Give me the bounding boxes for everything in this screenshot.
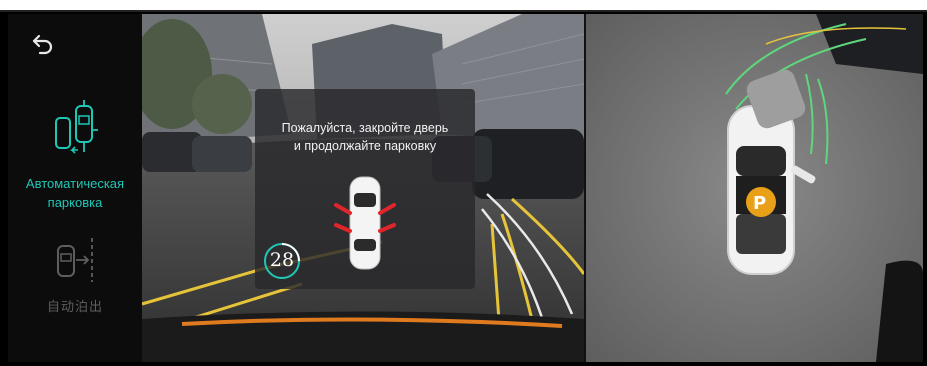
surround-view: P [586,14,923,362]
screen: Автоматическая парковка 自动泊出 P Пожалуйст… [0,0,927,366]
auto-parking-badge: P [746,187,776,217]
auto-parking-icon [55,100,98,154]
surround-view-image: P [586,14,923,362]
countdown-value: 28 [269,249,295,271]
mode-auto-parking-label: Автоматическая парковка [25,176,125,210]
sidebar: Автоматическая парковка 自动泊出 [8,14,142,362]
svg-text:P: P [753,193,766,214]
mode-auto-parking[interactable]: Автоматическая парковка [8,100,142,220]
dialog-message-line1: Пожалуйста, закройте дверь [281,121,449,135]
dialog-message: Пожалуйста, закройте дверь и продолжайте… [255,119,475,155]
countdown-timer: 28 [262,241,302,281]
door-warning-dialog: Пожалуйста, закройте дверь и продолжайте… [255,89,475,289]
park-out-icon [57,238,93,282]
back-button[interactable] [30,32,56,58]
back-arrow-icon [32,34,53,55]
mode-park-out-label: 自动泊出 [46,299,103,314]
top-bar [0,0,927,12]
car-open-doors-icon [334,176,396,270]
mode-park-out[interactable]: 自动泊出 [8,236,142,326]
dialog-message-line2: и продолжайте парковку [293,139,437,153]
